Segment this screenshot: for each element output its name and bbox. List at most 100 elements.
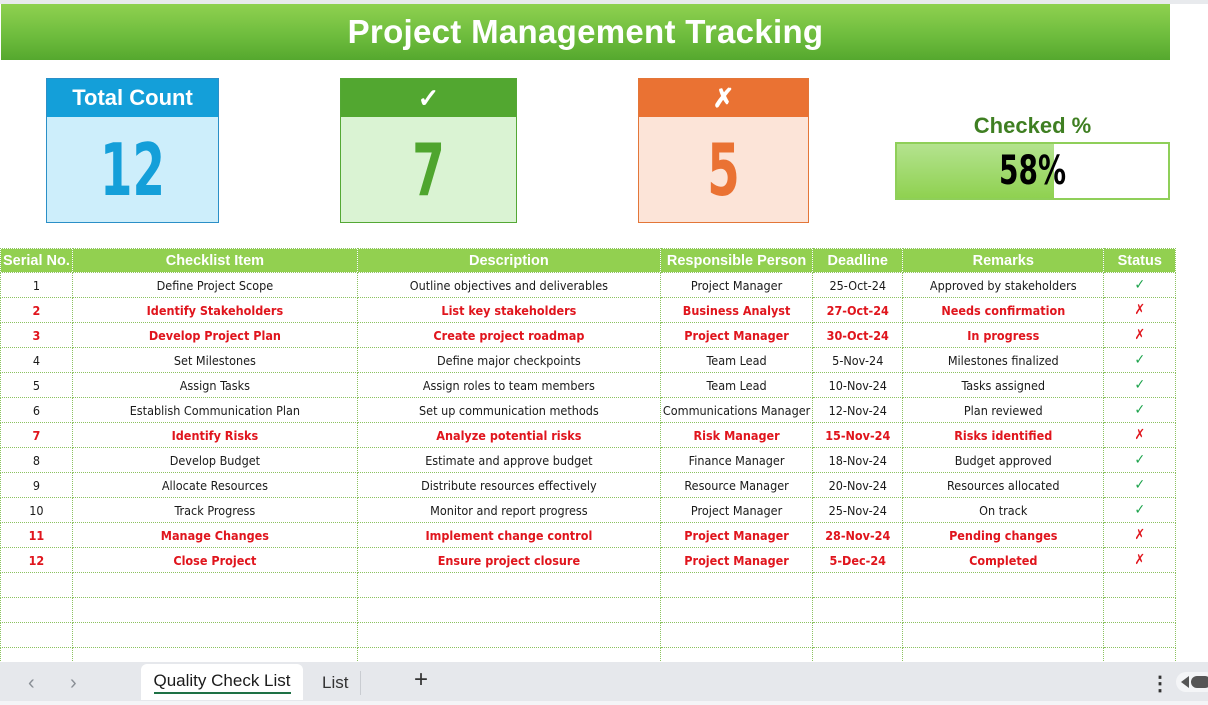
cell-serial[interactable]: 6 bbox=[0, 397, 73, 423]
cross-status-icon[interactable]: ✗ bbox=[1103, 547, 1177, 573]
cell-remarks[interactable]: Needs confirmation bbox=[902, 297, 1105, 323]
cell-serial[interactable]: 3 bbox=[0, 322, 73, 348]
cell-responsible-person[interactable]: Team Lead bbox=[659, 372, 814, 398]
cell-serial[interactable]: 7 bbox=[0, 422, 73, 448]
check-status-icon[interactable]: ✓ bbox=[1103, 397, 1177, 423]
cell-description[interactable]: Create project roadmap bbox=[356, 322, 661, 348]
empty-cell[interactable] bbox=[902, 597, 1105, 623]
cell-remarks[interactable]: In progress bbox=[902, 322, 1105, 348]
cell-description[interactable]: Analyze potential risks bbox=[356, 422, 661, 448]
cell-checklist-item[interactable]: Manage Changes bbox=[71, 522, 358, 548]
check-status-icon[interactable]: ✓ bbox=[1103, 497, 1177, 523]
cell-description[interactable]: Distribute resources effectively bbox=[356, 472, 661, 498]
empty-cell[interactable] bbox=[902, 622, 1105, 648]
check-status-icon[interactable]: ✓ bbox=[1103, 447, 1177, 473]
check-status-icon[interactable]: ✓ bbox=[1103, 347, 1177, 373]
sheet-tab-quality-check-list[interactable]: Quality Check List bbox=[141, 664, 303, 700]
cell-serial[interactable]: 2 bbox=[0, 297, 73, 323]
cross-status-icon[interactable]: ✗ bbox=[1103, 422, 1177, 448]
cell-description[interactable]: Set up communication methods bbox=[356, 397, 661, 423]
cell-deadline[interactable]: 15-Nov-24 bbox=[812, 422, 904, 448]
cell-responsible-person[interactable]: Finance Manager bbox=[659, 447, 814, 473]
cell-remarks[interactable]: Resources allocated bbox=[902, 472, 1105, 498]
cell-remarks[interactable]: Milestones finalized bbox=[902, 347, 1105, 373]
scroll-left-icon[interactable] bbox=[1181, 676, 1189, 688]
cell-deadline[interactable]: 5-Dec-24 bbox=[812, 547, 904, 573]
cell-deadline[interactable]: 30-Oct-24 bbox=[812, 322, 904, 348]
header-deadline[interactable]: Deadline bbox=[812, 248, 904, 273]
header-responsible-person[interactable]: Responsible Person bbox=[659, 248, 814, 273]
cell-deadline[interactable]: 5-Nov-24 bbox=[812, 347, 904, 373]
empty-cell[interactable] bbox=[71, 572, 358, 598]
cell-serial[interactable]: 12 bbox=[0, 547, 73, 573]
cell-description[interactable]: Define major checkpoints bbox=[356, 347, 661, 373]
sheet-tab-list[interactable]: List bbox=[310, 671, 362, 695]
empty-cell[interactable] bbox=[812, 597, 904, 623]
cell-checklist-item[interactable]: Set Milestones bbox=[71, 347, 358, 373]
cell-remarks[interactable]: Approved by stakeholders bbox=[902, 272, 1105, 298]
header-description[interactable]: Description bbox=[356, 248, 661, 273]
cell-checklist-item[interactable]: Assign Tasks bbox=[71, 372, 358, 398]
cell-responsible-person[interactable]: Project Manager bbox=[659, 522, 814, 548]
cross-status-icon[interactable]: ✗ bbox=[1103, 322, 1177, 348]
cross-status-icon[interactable]: ✗ bbox=[1103, 297, 1177, 323]
cell-responsible-person[interactable]: Communications Manager bbox=[659, 397, 814, 423]
empty-cell[interactable] bbox=[659, 572, 814, 598]
header-remarks[interactable]: Remarks bbox=[902, 248, 1105, 273]
cell-checklist-item[interactable]: Identify Risks bbox=[71, 422, 358, 448]
cell-remarks[interactable]: Risks identified bbox=[902, 422, 1105, 448]
cell-description[interactable]: List key stakeholders bbox=[356, 297, 661, 323]
empty-cell[interactable] bbox=[1103, 572, 1177, 598]
cell-deadline[interactable]: 28-Nov-24 bbox=[812, 522, 904, 548]
check-status-icon[interactable]: ✓ bbox=[1103, 472, 1177, 498]
empty-cell[interactable] bbox=[0, 622, 73, 648]
empty-cell[interactable] bbox=[902, 572, 1105, 598]
empty-cell[interactable] bbox=[356, 572, 661, 598]
empty-cell[interactable] bbox=[812, 572, 904, 598]
cell-description[interactable]: Outline objectives and deliverables bbox=[356, 272, 661, 298]
cell-responsible-person[interactable]: Business Analyst bbox=[659, 297, 814, 323]
cell-description[interactable]: Ensure project closure bbox=[356, 547, 661, 573]
header-checklist-item[interactable]: Checklist Item bbox=[71, 248, 358, 273]
empty-cell[interactable] bbox=[71, 622, 358, 648]
cell-remarks[interactable]: Pending changes bbox=[902, 522, 1105, 548]
empty-cell[interactable] bbox=[0, 597, 73, 623]
cell-responsible-person[interactable]: Team Lead bbox=[659, 347, 814, 373]
cell-serial[interactable]: 9 bbox=[0, 472, 73, 498]
chevron-left-icon[interactable]: ‹ bbox=[28, 672, 35, 695]
cell-serial[interactable]: 11 bbox=[0, 522, 73, 548]
cell-responsible-person[interactable]: Project Manager bbox=[659, 322, 814, 348]
cell-checklist-item[interactable]: Develop Budget bbox=[71, 447, 358, 473]
cell-checklist-item[interactable]: Close Project bbox=[71, 547, 358, 573]
check-status-icon[interactable]: ✓ bbox=[1103, 372, 1177, 398]
empty-cell[interactable] bbox=[812, 622, 904, 648]
cell-responsible-person[interactable]: Project Manager bbox=[659, 272, 814, 298]
cell-remarks[interactable]: Budget approved bbox=[902, 447, 1105, 473]
cell-remarks[interactable]: On track bbox=[902, 497, 1105, 523]
empty-cell[interactable] bbox=[356, 622, 661, 648]
horizontal-scrollbar[interactable] bbox=[1176, 672, 1208, 692]
cell-checklist-item[interactable]: Track Progress bbox=[71, 497, 358, 523]
empty-cell[interactable] bbox=[1103, 597, 1177, 623]
empty-cell[interactable] bbox=[356, 597, 661, 623]
cell-deadline[interactable]: 18-Nov-24 bbox=[812, 447, 904, 473]
cell-deadline[interactable]: 20-Nov-24 bbox=[812, 472, 904, 498]
cell-description[interactable]: Monitor and report progress bbox=[356, 497, 661, 523]
more-options-icon[interactable]: ⋮ bbox=[1150, 671, 1170, 696]
cell-description[interactable]: Assign roles to team members bbox=[356, 372, 661, 398]
cell-deadline[interactable]: 25-Oct-24 bbox=[812, 272, 904, 298]
empty-cell[interactable] bbox=[659, 597, 814, 623]
cell-checklist-item[interactable]: Identify Stakeholders bbox=[71, 297, 358, 323]
cell-checklist-item[interactable]: Establish Communication Plan bbox=[71, 397, 358, 423]
cell-serial[interactable]: 4 bbox=[0, 347, 73, 373]
cell-remarks[interactable]: Plan reviewed bbox=[902, 397, 1105, 423]
cell-deadline[interactable]: 27-Oct-24 bbox=[812, 297, 904, 323]
cell-serial[interactable]: 1 bbox=[0, 272, 73, 298]
empty-cell[interactable] bbox=[659, 622, 814, 648]
cell-responsible-person[interactable]: Project Manager bbox=[659, 497, 814, 523]
cross-status-icon[interactable]: ✗ bbox=[1103, 522, 1177, 548]
cell-checklist-item[interactable]: Allocate Resources bbox=[71, 472, 358, 498]
chevron-right-icon[interactable]: › bbox=[70, 672, 77, 695]
cell-deadline[interactable]: 25-Nov-24 bbox=[812, 497, 904, 523]
empty-cell[interactable] bbox=[71, 597, 358, 623]
